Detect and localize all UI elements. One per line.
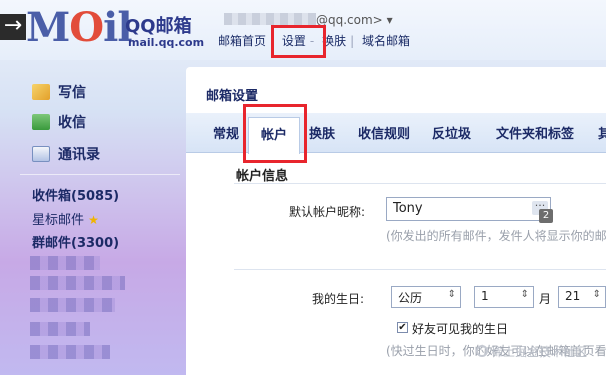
- sidebar: 写信 收信 通讯录 收件箱(5085) 星标邮件 ★ 群邮件(3300): [0, 60, 185, 375]
- nav-domain-mail[interactable]: 域名邮箱: [362, 32, 410, 49]
- folder-starred[interactable]: 星标邮件 ★: [32, 209, 99, 228]
- section-title-account-info: 帐户信息: [236, 169, 289, 184]
- highlight-box-settings: [271, 25, 326, 58]
- compose-button[interactable]: 写信: [32, 82, 86, 102]
- arrow-right-icon[interactable]: →: [0, 14, 26, 40]
- qqmail-logo: MOil: [26, 4, 133, 51]
- nav-home[interactable]: 邮箱首页: [218, 32, 266, 49]
- blurred-account-name: [224, 13, 316, 25]
- tab-skin[interactable]: 换肤: [309, 123, 335, 142]
- month-unit-label: 月: [539, 292, 552, 306]
- nickname-label: 默认帐户昵称:: [289, 205, 366, 219]
- nickname-hint: (你发出的所有邮件，发件人将显示你的邮: [386, 229, 606, 243]
- contacts-button[interactable]: 通讯录: [32, 144, 100, 164]
- tab-more[interactable]: 其: [598, 123, 606, 142]
- select-arrow-icon: ⇕: [447, 289, 456, 300]
- select-arrow-icon: ⇕: [592, 289, 601, 300]
- select-arrow-icon: ⇕: [520, 289, 529, 300]
- birthday-label: 我的生日:: [312, 292, 365, 306]
- calendar-select[interactable]: 公历 ⇕: [391, 286, 461, 308]
- blurred-folder: [30, 298, 115, 312]
- divider: [234, 269, 606, 270]
- folder-group-mail[interactable]: 群邮件(3300): [32, 232, 119, 251]
- folder-inbox[interactable]: 收件箱(5085): [32, 185, 119, 204]
- month-select[interactable]: 1 ⇕: [474, 286, 534, 308]
- blurred-folder: [30, 276, 125, 290]
- contacts-card-icon: [32, 146, 50, 162]
- logo-url: mail.qq.com: [128, 36, 205, 49]
- tab-folders-labels[interactable]: 文件夹和标签: [496, 123, 574, 142]
- count-badge: 2: [539, 209, 553, 223]
- sidebar-divider: [20, 174, 180, 175]
- divider: [234, 183, 606, 184]
- star-icon: ★: [88, 213, 99, 227]
- friends-visible-label[interactable]: 好友可见我的生日: [412, 320, 508, 337]
- page-title: 邮箱设置: [206, 89, 259, 104]
- day-select[interactable]: 21 ⇕: [558, 286, 606, 308]
- receive-button[interactable]: 收信: [32, 112, 86, 132]
- pencil-icon: [32, 84, 50, 100]
- chevron-down-icon[interactable]: ▾: [387, 13, 393, 27]
- tab-anti-spam[interactable]: 反垃圾: [432, 123, 471, 142]
- tab-general[interactable]: 常规: [213, 123, 239, 142]
- nickname-input[interactable]: Tony: [386, 197, 551, 221]
- watermark: 稀土掘金技术社区: [476, 343, 587, 360]
- tab-receive-rules[interactable]: 收信规则: [358, 123, 410, 142]
- blurred-folder: [30, 256, 100, 270]
- top-header: → MOil QQ邮箱 mail.qq.com @qq.com> ▾ 邮箱首页 |…: [0, 0, 606, 60]
- inbox-download-icon: [32, 114, 50, 130]
- juejin-icon: [476, 345, 488, 357]
- logo-name: QQ邮箱: [125, 16, 192, 37]
- friends-visible-checkbox[interactable]: ✔: [397, 322, 408, 333]
- highlight-box-account-tab: [243, 104, 307, 163]
- blurred-folder: [30, 345, 110, 359]
- blurred-folder: [30, 322, 90, 336]
